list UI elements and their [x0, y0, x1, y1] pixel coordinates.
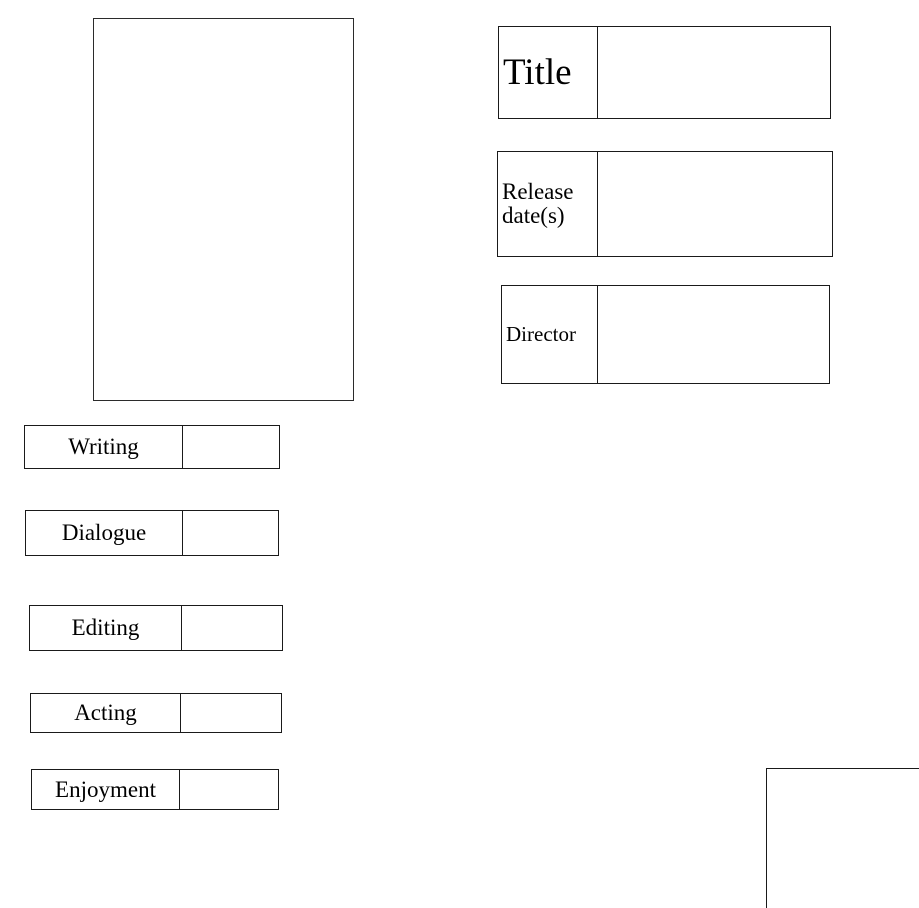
info-row-release-date[interactable]: Release date(s)	[497, 151, 833, 257]
rating-label-acting-text: Acting	[74, 700, 137, 725]
rating-value-dialogue[interactable]	[183, 511, 278, 555]
info-value-release-date[interactable]	[598, 152, 832, 256]
info-row-director[interactable]: Director	[501, 285, 830, 384]
rating-label-writing: Writing	[25, 426, 183, 468]
clipped-panel[interactable]	[766, 768, 919, 908]
rating-label-writing-text: Writing	[68, 434, 139, 459]
info-label-director: Director	[502, 286, 598, 383]
rating-value-acting[interactable]	[181, 694, 281, 732]
rating-label-dialogue-text: Dialogue	[61, 520, 147, 545]
review-form-page: Title Release date(s) Director Writing D…	[0, 0, 919, 908]
info-label-director-text: Director	[506, 322, 576, 347]
clipped-panel-value	[767, 769, 919, 908]
info-value-title[interactable]	[598, 27, 830, 118]
info-label-release-date: Release date(s)	[498, 152, 598, 256]
rating-row-enjoyment[interactable]: Enjoyment	[31, 769, 279, 810]
rating-value-writing[interactable]	[183, 426, 279, 468]
rating-label-enjoyment-text: Enjoyment	[55, 776, 156, 802]
poster-image-value	[94, 19, 353, 400]
rating-label-enjoyment: Enjoyment	[32, 770, 180, 809]
info-label-title-text: Title	[503, 51, 572, 93]
rating-row-editing[interactable]: Editing	[29, 605, 283, 651]
rating-value-editing[interactable]	[182, 606, 282, 650]
rating-row-dialogue[interactable]: Dialogue	[25, 510, 279, 556]
info-label-release-date-text: Release date(s)	[502, 178, 574, 228]
info-value-director[interactable]	[598, 286, 829, 383]
rating-label-acting: Acting	[31, 694, 181, 732]
info-row-title[interactable]: Title	[498, 26, 831, 119]
info-label-title: Title	[499, 27, 598, 118]
poster-image-placeholder[interactable]	[93, 18, 354, 401]
rating-label-editing-text: Editing	[71, 615, 140, 640]
rating-label-dialogue: Dialogue	[26, 511, 183, 555]
rating-row-acting[interactable]: Acting	[30, 693, 282, 733]
rating-value-enjoyment[interactable]	[180, 770, 278, 809]
rating-row-writing[interactable]: Writing	[24, 425, 280, 469]
rating-label-editing: Editing	[30, 606, 182, 650]
